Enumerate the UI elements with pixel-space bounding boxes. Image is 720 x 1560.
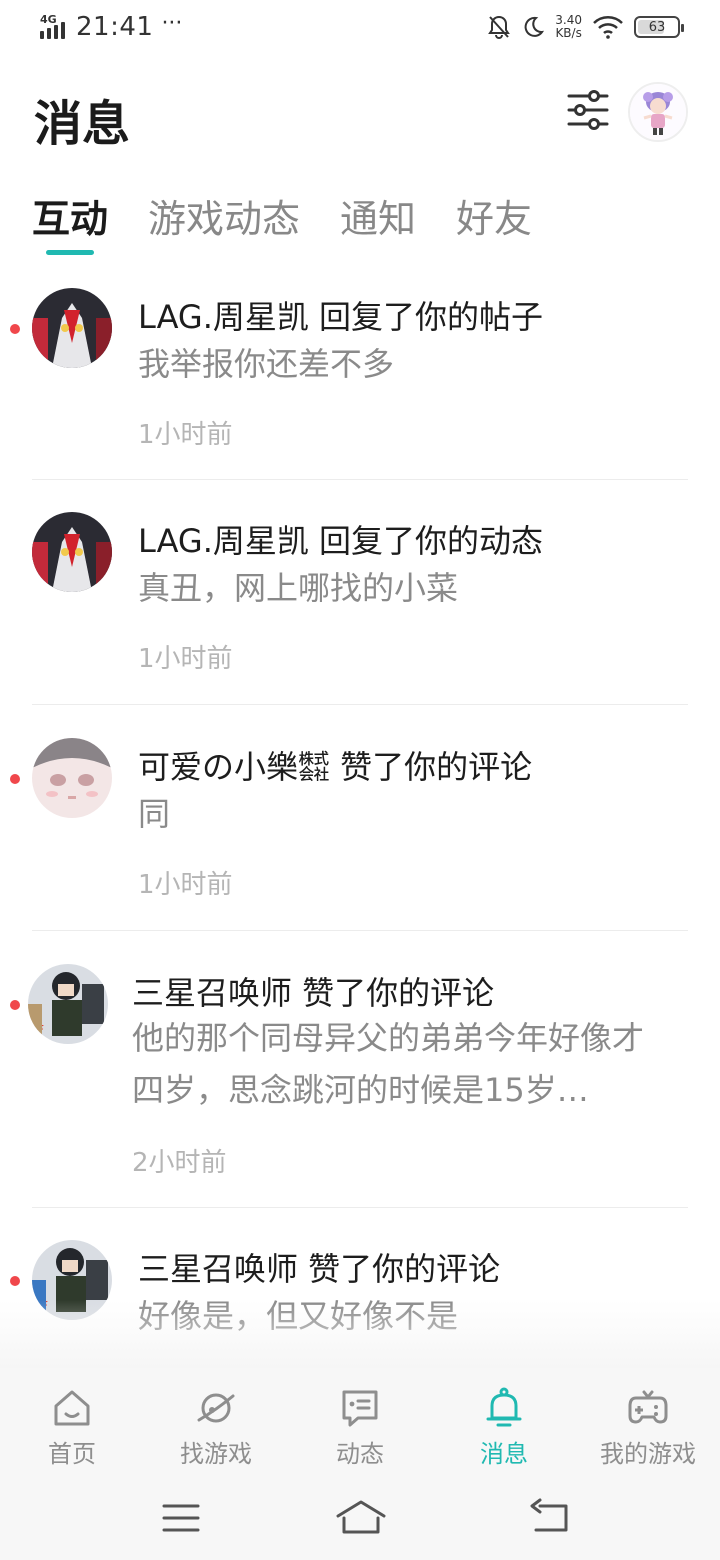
nav-messages[interactable]: 消息: [432, 1368, 576, 1480]
unread-dot: [10, 774, 20, 784]
speed-unit: KB/s: [555, 26, 582, 40]
scroll-fade: [0, 1300, 720, 1370]
message-title: 可爱の小樂㍿ 赞了你的评论: [138, 748, 533, 786]
clock: 21:41: [76, 12, 154, 42]
message-time: 1小时前: [138, 870, 233, 900]
nav-home-label: 首页: [48, 1440, 96, 1468]
tab-game-news[interactable]: 游戏动态: [148, 188, 300, 258]
divider: [32, 704, 688, 705]
message-time: 1小时前: [138, 644, 233, 674]
nav-my-games-label: 我的游戏: [600, 1440, 696, 1468]
nav-find-games-label: 找游戏: [180, 1440, 252, 1468]
nav-feed[interactable]: 动态: [288, 1368, 432, 1480]
message-list: LAG.周星凯 回复了你的帖子 我举报你还差不多 1小时前 LAG.周星凯 回复…: [0, 264, 720, 1378]
message-body: 真丑，网上哪找的小菜: [138, 569, 459, 607]
active-tab-indicator: [46, 250, 94, 255]
gamepad-icon: [628, 1390, 668, 1424]
tab-interaction[interactable]: 互动: [32, 188, 108, 258]
list-item[interactable]: 三星召唤师 赞了你的评论 他的那个同母异父的弟弟今年好像才四岁，思念跳河的时候是…: [0, 932, 720, 1208]
list-item[interactable]: LAG.周星凯 回复了你的帖子 我举报你还差不多 1小时前: [0, 264, 720, 480]
home-icon: [54, 1390, 90, 1426]
avatar[interactable]: [32, 288, 112, 368]
tab-friends[interactable]: 好友: [456, 188, 532, 258]
message-title: 三星召唤师 赞了你的评论: [138, 1250, 501, 1288]
nav-home[interactable]: 首页: [0, 1368, 144, 1480]
nav-find-games[interactable]: 找游戏: [144, 1368, 288, 1480]
tab-notifications[interactable]: 通知: [340, 188, 416, 258]
moon-icon: [524, 16, 545, 37]
more-notifications-icon: ···: [161, 10, 183, 36]
unread-dot: [10, 1276, 20, 1286]
message-title: LAG.周星凯 回复了你的动态: [138, 522, 544, 560]
unread-dot: [10, 324, 20, 334]
bell-icon: [486, 1387, 522, 1427]
list-item[interactable]: 可爱の小樂㍿ 赞了你的评论 同 1小时前: [0, 706, 720, 932]
message-body: 同: [138, 795, 171, 833]
battery-icon: 63: [634, 16, 684, 38]
message-title: LAG.周星凯 回复了你的帖子: [138, 298, 544, 336]
battery-level: 63: [648, 19, 666, 35]
back-icon[interactable]: [526, 1498, 576, 1538]
nav-feed-label: 动态: [336, 1440, 384, 1468]
bottom-nav: 首页 找游戏 动态 消息 我的游戏: [0, 1368, 720, 1480]
message-time: 1小时前: [138, 420, 233, 450]
avatar[interactable]: [32, 738, 112, 818]
home-nav-icon[interactable]: [334, 1498, 388, 1538]
wifi-icon: [593, 16, 623, 39]
planet-icon: [197, 1393, 235, 1423]
nav-my-games[interactable]: 我的游戏: [576, 1368, 720, 1480]
cellular-signal-icon: 4G: [38, 13, 70, 41]
tab-bar: 互动 游戏动态 通知 好友: [32, 188, 532, 258]
message-title: 三星召唤师 赞了你的评论: [132, 974, 495, 1012]
status-bar: 4G 21:41 ··· 3.40 KB/s 63: [0, 0, 720, 60]
message-time: 2小时前: [132, 1148, 227, 1178]
menu-icon[interactable]: [156, 1498, 206, 1538]
sliders-icon[interactable]: [566, 88, 610, 132]
unread-dot: [10, 1000, 20, 1010]
chat-icon: [342, 1390, 378, 1427]
mute-bell-icon: [488, 15, 511, 40]
page-title: 消息: [34, 96, 131, 152]
list-item[interactable]: LAG.周星凯 回复了你的动态 真丑，网上哪找的小菜 1小时前: [0, 480, 720, 706]
divider: [32, 930, 688, 931]
system-nav-bar: [0, 1480, 720, 1560]
message-body: 我举报你还差不多: [138, 345, 395, 383]
avatar[interactable]: [32, 512, 112, 592]
user-avatar[interactable]: [628, 82, 688, 142]
nav-messages-label: 消息: [480, 1440, 528, 1468]
network-speed: 3.40 KB/s: [555, 14, 582, 40]
message-body: 他的那个同母异父的弟弟今年好像才四岁，思念跳河的时候是15岁…: [132, 1019, 645, 1109]
avatar[interactable]: [28, 964, 108, 1044]
